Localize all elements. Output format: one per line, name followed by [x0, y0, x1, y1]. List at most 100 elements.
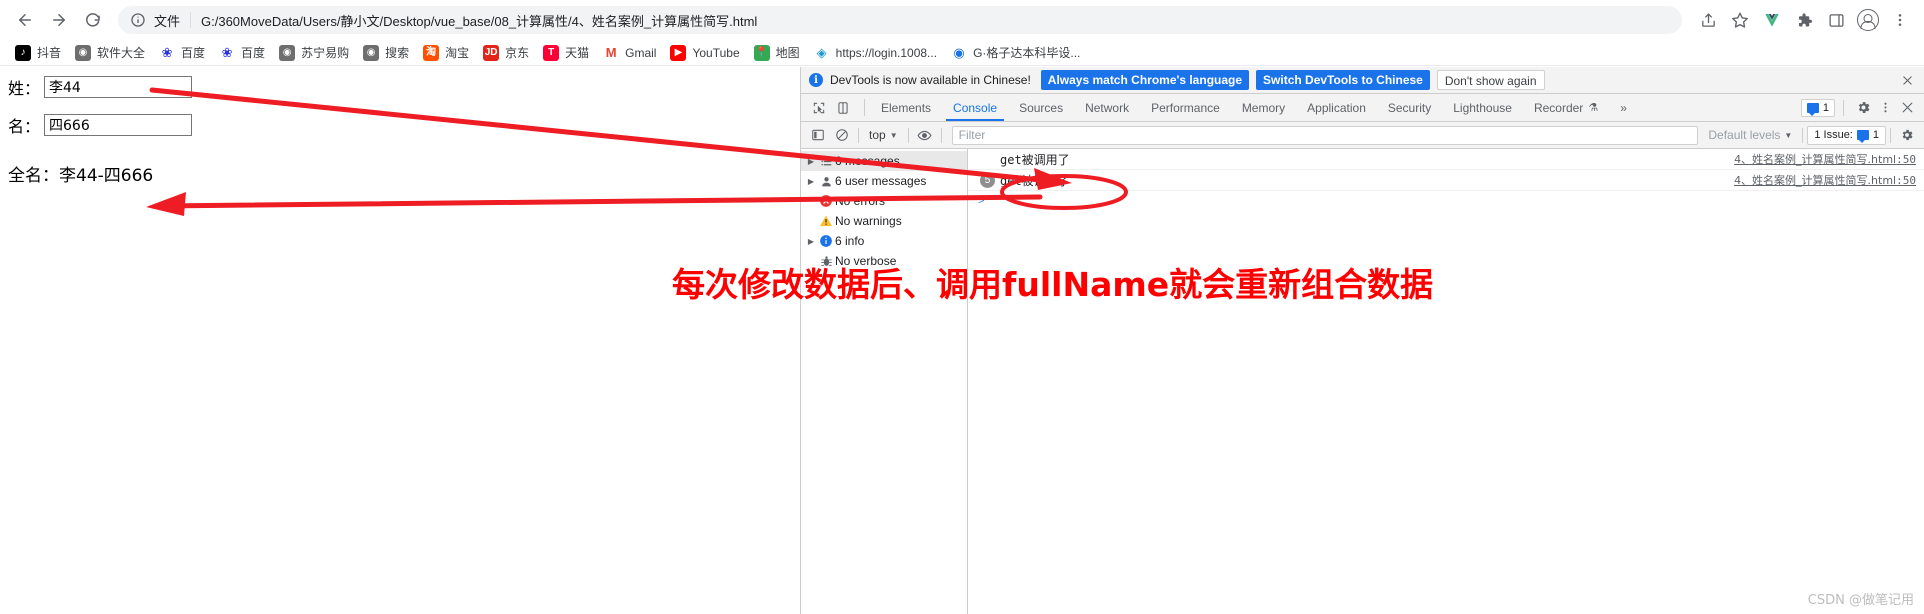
tab-application[interactable]: Application	[1296, 94, 1377, 121]
bookmark-label: 百度	[241, 46, 266, 60]
close-icon[interactable]	[1898, 71, 1916, 89]
baidu-icon: ❀	[219, 44, 236, 61]
console-log-row[interactable]: get被调用了 4、姓名案例_计算属性简写.html:50	[968, 149, 1924, 170]
console-message-list: get被调用了 4、姓名案例_计算属性简写.html:50 5 get被调用了 4、姓名…	[968, 149, 1924, 614]
bookmark-label: 淘宝	[445, 46, 470, 60]
devtools-panel: i DevTools is now available in Chinese! …	[800, 67, 1924, 614]
console-log-row[interactable]: 5 get被调用了 4、姓名案例_计算属性简写.html:50	[968, 170, 1924, 191]
console-settings-gear-icon[interactable]	[1895, 125, 1919, 146]
bookmark-item[interactable]: JD 京东	[476, 42, 536, 64]
globe-icon: ◉	[75, 44, 92, 61]
issues-badge[interactable]: 1 Issue: 1	[1807, 125, 1886, 145]
share-icon[interactable]	[1694, 6, 1722, 34]
vue-devtools-icon[interactable]	[1758, 6, 1786, 34]
console-sidebar-item[interactable]: ▶ 6 info	[801, 231, 967, 251]
profile-avatar-icon[interactable]	[1854, 6, 1882, 34]
bookmark-item[interactable]: T 天猫	[536, 42, 596, 64]
log-source-link[interactable]: 4、姓名案例_计算属性简写.html:50	[1734, 151, 1916, 167]
bookmark-star-icon[interactable]	[1726, 6, 1754, 34]
tab-elements[interactable]: Elements	[870, 94, 942, 121]
last-name-input[interactable]	[44, 114, 193, 136]
device-toolbar-icon[interactable]	[831, 97, 855, 119]
chevron-right-icon: ▶	[807, 176, 815, 186]
globe-icon: ◉	[279, 44, 296, 61]
bookmark-item[interactable]: ▶ YouTube	[663, 42, 746, 64]
baidu-icon: ❀	[159, 44, 176, 61]
execution-context-select[interactable]: top ▼	[863, 125, 904, 145]
tab-memory[interactable]: Memory	[1231, 94, 1296, 121]
bookmark-item[interactable]: M Gmail	[596, 42, 663, 64]
bookmark-item[interactable]: ❀ 百度	[152, 42, 212, 64]
messages-count: 1	[1822, 101, 1829, 114]
console-sidebar-item[interactable]: No errors	[801, 191, 967, 211]
message-bubble-icon	[1806, 102, 1819, 116]
console-sidebar-label: 6 info	[835, 234, 865, 248]
console-toolbar-divider-3	[940, 127, 942, 143]
console-prompt[interactable]: >	[968, 191, 1924, 211]
back-button[interactable]	[10, 5, 40, 35]
tmall-icon: T	[543, 44, 560, 61]
tabs-overflow-button[interactable]: »	[1609, 94, 1638, 121]
first-name-label: 姓：	[8, 79, 41, 98]
bookmark-label: 搜索	[385, 46, 410, 60]
bookmark-label: 天猫	[565, 46, 590, 60]
sidebar-panel-icon[interactable]	[1822, 6, 1850, 34]
info-circle-icon: i	[809, 73, 823, 87]
user-icon	[817, 175, 835, 188]
tab-network[interactable]: Network	[1074, 94, 1140, 121]
log-levels-select[interactable]: Default levels ▼	[1702, 128, 1798, 142]
globe-icon: ◈	[813, 44, 830, 61]
log-source-link[interactable]: 4、姓名案例_计算属性简写.html:50	[1734, 172, 1916, 188]
live-expression-eye-icon[interactable]	[913, 125, 937, 146]
chrome-menu-icon[interactable]	[1886, 6, 1914, 34]
bookmark-item[interactable]: ◉ G·格子达本科毕设...	[944, 42, 1087, 64]
tab-lighthouse[interactable]: Lighthouse	[1442, 94, 1523, 121]
bookmark-item[interactable]: ♪ 抖音	[8, 42, 68, 64]
log-source-file: 4、姓名案例_计算属性简写.html	[1734, 174, 1897, 187]
clear-console-icon[interactable]	[830, 125, 854, 146]
dont-show-again-button[interactable]: Don't show again	[1436, 70, 1545, 90]
tab-label: Sources	[1019, 100, 1064, 115]
tab-sources[interactable]: Sources	[1008, 94, 1074, 121]
address-bar[interactable]: 文件 G:/360MoveData/Users/静小文/Desktop/vue_…	[118, 6, 1682, 34]
youtube-icon: ▶	[670, 44, 687, 61]
console-sidebar-toggle-icon[interactable]	[806, 125, 830, 146]
console-toolbar-divider-1	[858, 127, 859, 143]
reload-button[interactable]	[78, 5, 108, 35]
extensions-puzzle-icon[interactable]	[1790, 6, 1818, 34]
kebab-menu-icon[interactable]	[1874, 97, 1896, 119]
bookmark-item[interactable]: ◉ 苏宁易购	[272, 42, 356, 64]
gear-icon[interactable]	[1852, 97, 1874, 119]
url-scheme-label: 文件	[154, 13, 181, 29]
console-sidebar-item[interactable]: No warnings	[801, 211, 967, 231]
bookmark-item[interactable]: 淘淘宝	[416, 42, 476, 64]
bookmark-label: Gmail	[625, 45, 657, 60]
bookmark-label: YouTube	[692, 45, 740, 60]
console-messages-badge[interactable]: 1	[1800, 98, 1835, 117]
bookmark-item[interactable]: ◈ https://login.1008...	[807, 42, 944, 64]
switch-to-chinese-button[interactable]: Switch DevTools to Chinese	[1256, 70, 1430, 90]
tab-console[interactable]: Console	[942, 94, 1008, 121]
close-icon[interactable]	[1896, 97, 1918, 119]
omnibox-divider	[190, 12, 192, 28]
console-sidebar-item[interactable]: ▶ 6 user messages	[801, 171, 967, 191]
forward-button[interactable]	[44, 5, 74, 35]
tab-security[interactable]: Security	[1377, 94, 1442, 121]
bookmark-item[interactable]: ◉ 软件大全	[68, 42, 152, 64]
globe-icon: ◉	[363, 44, 380, 61]
tab-recorder[interactable]: Recorder ⚗	[1523, 94, 1609, 121]
console-toolbar-divider-2	[907, 127, 909, 143]
bookmark-item[interactable]: 📍 地图	[747, 42, 807, 64]
console-sidebar-item[interactable]: ▶ 6 messages	[801, 151, 967, 171]
info-circle-icon[interactable]	[130, 12, 146, 28]
tab-performance[interactable]: Performance	[1140, 94, 1231, 121]
csdn-watermark: CSDN @做笔记用	[1807, 593, 1914, 608]
bookmarks-bar: ♪ 抖音 ◉ 软件大全 ❀ 百度 ❀ 百度 ◉ 苏宁易购 ◉ 搜索淘淘宝 JD 京东 T 天猫 M Gmail ▶ Y…	[0, 40, 1924, 66]
bookmark-item[interactable]: ◉ 搜索	[356, 42, 416, 64]
bookmark-item[interactable]: ❀ 百度	[212, 42, 272, 64]
recorder-beaker-icon: ⚗	[1588, 102, 1599, 114]
first-name-input[interactable]	[44, 76, 193, 98]
console-filter-input[interactable]: Filter	[951, 125, 1699, 145]
inspect-element-icon[interactable]	[807, 97, 831, 119]
always-match-language-button[interactable]: Always match Chrome's language	[1040, 70, 1250, 90]
